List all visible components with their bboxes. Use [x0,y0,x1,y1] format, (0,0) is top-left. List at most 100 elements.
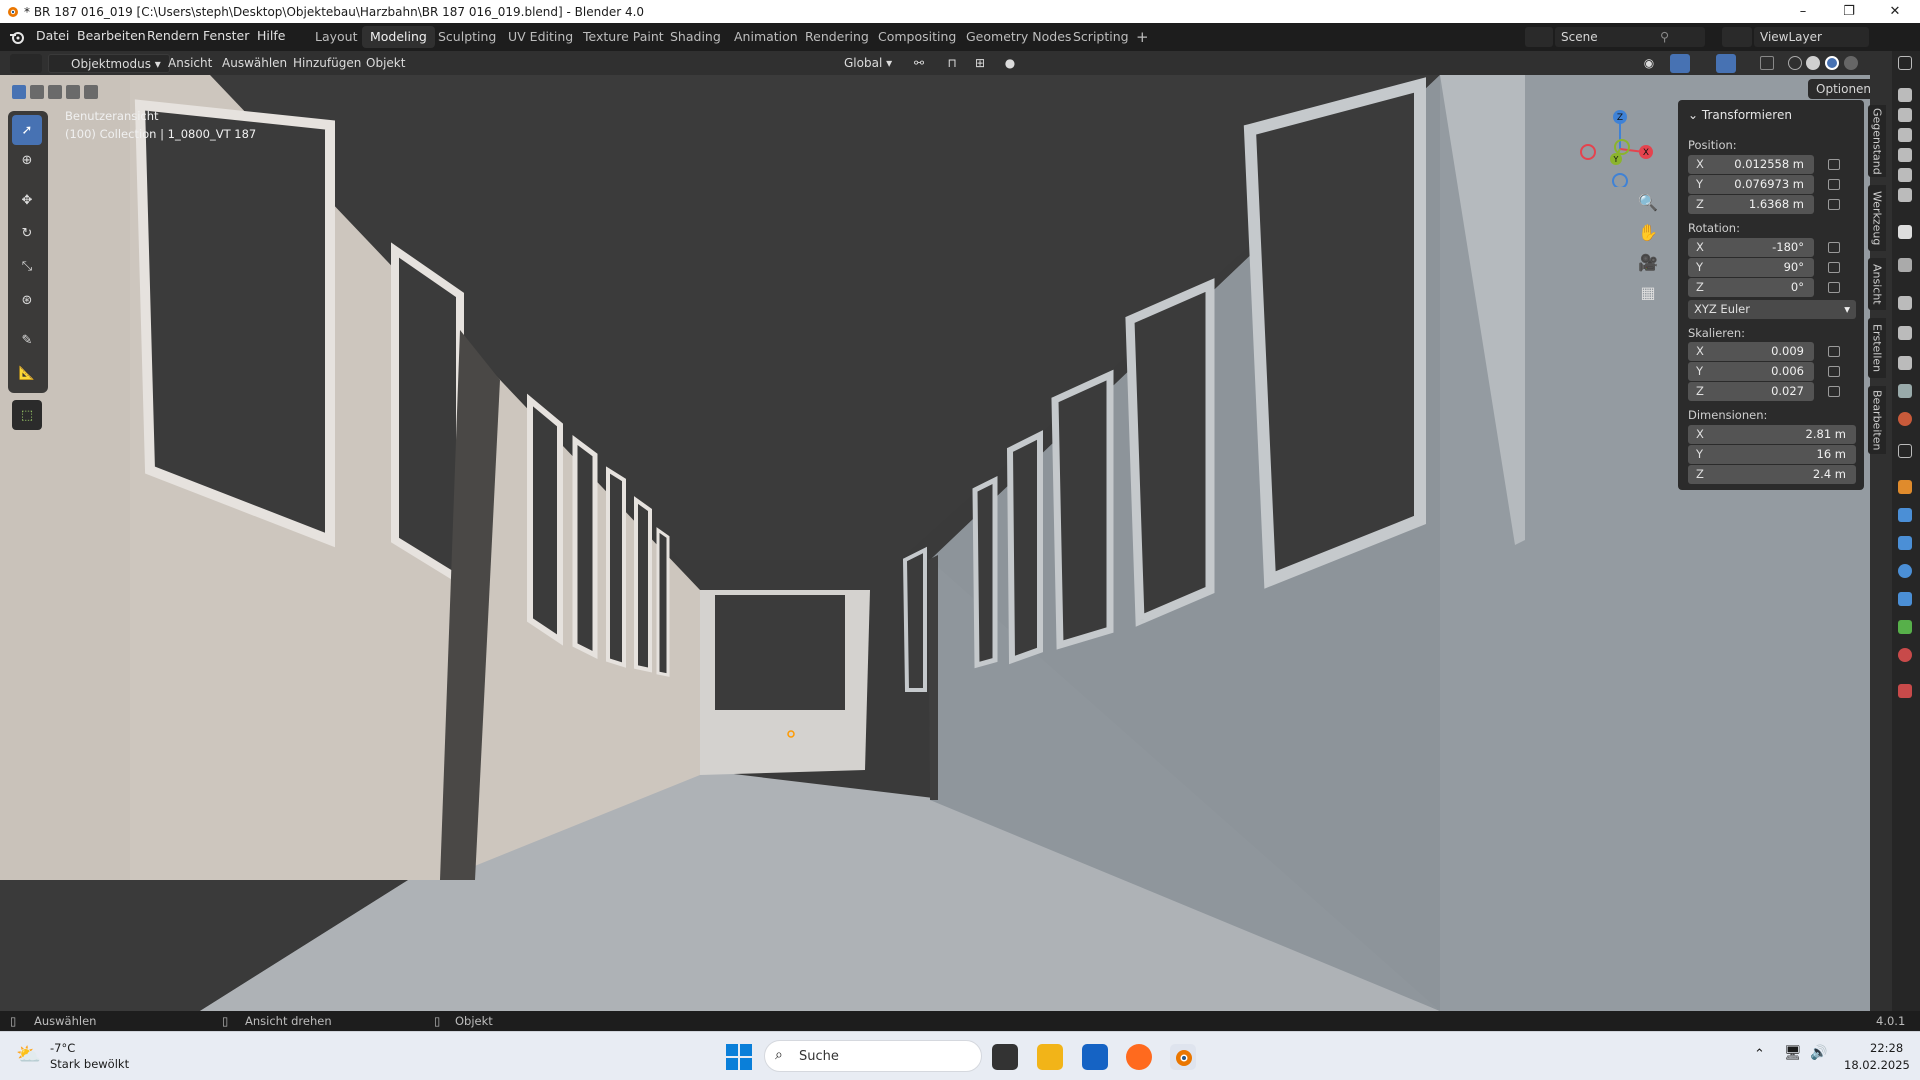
file-explorer-icon[interactable] [1037,1044,1063,1070]
tab-uv-editing[interactable]: UV Editing [500,26,581,48]
tab-create[interactable]: Erstellen [1868,318,1886,378]
lock-icon[interactable] [1828,199,1840,210]
select-tool-icon[interactable]: ➚ [12,115,42,145]
menu-edit[interactable]: Bearbeiten [77,28,146,43]
proportional-edit-icon[interactable]: ● [1000,54,1020,73]
tab-tool[interactable]: Werkzeug [1868,185,1886,251]
lock-icon[interactable] [1828,386,1840,397]
chevron-up-icon[interactable]: ⌃ [1754,1047,1765,1062]
tab-compositing[interactable]: Compositing [870,26,964,48]
rendered-shading-icon[interactable] [1844,56,1858,70]
camera-view-icon[interactable]: 🎥 [1634,253,1662,277]
navigation-gizmo[interactable]: Z X Y [1578,107,1658,187]
tab-rendering[interactable]: Rendering [797,26,877,48]
mode-dropdown[interactable]: Objektmodus ▾ [48,54,170,73]
rotation-x-field[interactable]: X -180° [1688,238,1814,257]
dimension-y-field[interactable]: Y 16 m [1688,445,1856,464]
position-x-field[interactable]: X 0.012558 m [1688,155,1814,174]
lock-icon[interactable] [1828,262,1840,273]
wrench-icon[interactable] [1898,258,1912,272]
render-icon[interactable] [1898,168,1912,182]
data-properties-icon[interactable] [1898,620,1912,634]
select-subtract-icon[interactable] [48,85,62,99]
material-properties-icon[interactable] [1898,648,1912,662]
taskbar-search[interactable]: ⌕ Suche [764,1040,982,1072]
collection-properties-icon[interactable] [1898,444,1912,458]
tab-item[interactable]: Gegenstand [1868,105,1886,177]
render-icon[interactable] [1898,188,1912,202]
network-icon[interactable]: 🖥 [1784,1045,1802,1061]
select-invert-icon[interactable] [66,85,80,99]
tab-shading[interactable]: Shading [662,26,729,48]
lock-icon[interactable] [1828,366,1840,377]
view-layer-icon[interactable] [1898,356,1912,370]
windows-start-icon[interactable] [726,1044,752,1070]
scene-field[interactable]: Scene ⚲ [1555,27,1705,47]
select-intersect-icon[interactable] [84,85,98,99]
rotation-mode-dropdown[interactable]: XYZ Euler ▾ [1688,300,1856,319]
dimension-x-field[interactable]: X 2.81 m [1688,425,1856,444]
scale-z-field[interactable]: Z 0.027 [1688,382,1814,401]
texture-properties-icon[interactable] [1898,684,1912,698]
menu-window[interactable]: Fenster [203,28,249,43]
scene-properties-icon[interactable] [1898,384,1912,398]
blender-menu-icon[interactable] [9,30,25,44]
select-mode-icons[interactable] [12,85,104,99]
menu-help[interactable]: Hilfe [257,28,285,43]
render-icon[interactable] [1898,88,1912,102]
editor-type-icon[interactable] [10,54,42,73]
visibility-icon[interactable]: ◉ [1636,54,1662,73]
position-y-field[interactable]: Y 0.076973 m [1688,175,1814,194]
zoom-icon[interactable]: 🔍 [1634,193,1662,217]
select-box-mode-icon[interactable] [12,85,26,99]
tab-layout[interactable]: Layout [307,26,366,48]
menu-view[interactable]: Ansicht [168,54,212,73]
render-icon[interactable] [1898,108,1912,122]
tab-geometry-nodes[interactable]: Geometry Nodes [958,26,1079,48]
snap-target-icon[interactable]: ⊞ [968,54,992,73]
position-z-field[interactable]: Z 1.6368 m [1688,195,1814,214]
3d-viewport[interactable]: ➚ ⊕ ✥ ↻ ⤡ ⊛ ✎ 📐 ⬚ Benutzeransicht (100) … [0,75,1870,1011]
lock-icon[interactable] [1828,282,1840,293]
maximize-button[interactable]: ❐ [1826,0,1872,23]
select-extend-icon[interactable] [30,85,44,99]
output-properties-icon[interactable] [1898,326,1912,340]
object-properties-icon[interactable] [1898,480,1912,494]
options-dropdown[interactable]: Optionen ▾ [1808,79,1870,110]
add-cube-tool-icon[interactable]: ⬚ [12,400,42,430]
particles-icon[interactable] [1898,536,1912,550]
add-workspace-button[interactable]: + [1128,26,1157,48]
world-properties-icon[interactable] [1898,412,1912,426]
menu-add[interactable]: Hinzufügen [293,54,361,73]
transform-tool-icon[interactable]: ⊛ [12,285,42,315]
wireframe-shading-icon[interactable] [1788,56,1802,70]
tab-animation[interactable]: Animation [726,26,806,48]
modifier-icon[interactable] [1898,508,1912,522]
move-tool-icon[interactable]: ✥ [12,185,42,215]
tab-texture-paint[interactable]: Texture Paint [575,26,672,48]
firefox-icon[interactable] [1126,1044,1152,1070]
material-shading-icon[interactable] [1825,56,1839,70]
scale-tool-icon[interactable]: ⤡ [12,251,42,281]
render-icon[interactable] [1898,128,1912,142]
tab-view[interactable]: Ansicht [1868,258,1886,310]
minimize-button[interactable]: – [1780,0,1826,23]
snap-icon[interactable]: ⊓ [940,54,964,73]
physics-icon[interactable] [1898,564,1912,578]
outliner-icon[interactable] [1898,56,1912,70]
menu-file[interactable]: Datei [36,28,69,43]
menu-select[interactable]: Auswählen [222,54,287,73]
measure-tool-icon[interactable]: 📐 [12,358,42,388]
overlay-toggle-icon[interactable] [1716,54,1736,73]
lock-icon[interactable] [1828,346,1840,357]
render-icon[interactable] [1898,148,1912,162]
scale-y-field[interactable]: Y 0.006 [1688,362,1814,381]
weather-temp[interactable]: -7°C [50,1041,75,1055]
transform-panel-header[interactable]: ⌄ Transformieren [1688,108,1792,122]
constraints-icon[interactable] [1898,592,1912,606]
lock-icon[interactable] [1828,242,1840,253]
lock-icon[interactable] [1828,159,1840,170]
annotate-tool-icon[interactable]: ✎ [12,325,42,355]
scale-x-field[interactable]: X 0.009 [1688,342,1814,361]
scene-selector-icon[interactable] [1525,27,1553,47]
